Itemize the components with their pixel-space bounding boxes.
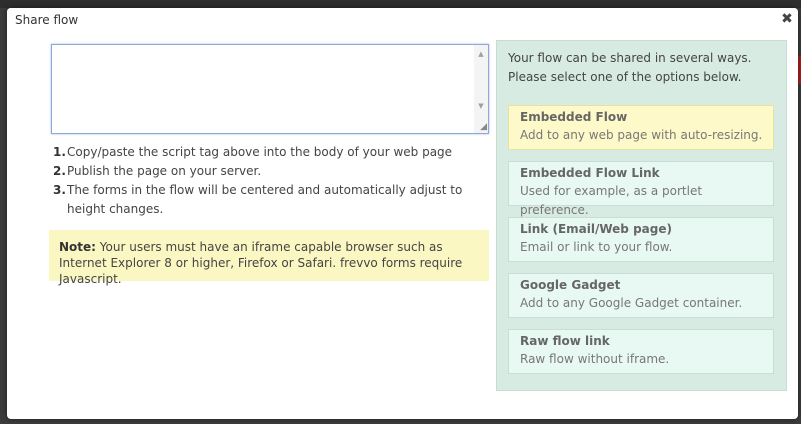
browser-note: Note: Your users must have an iframe cap… [49,230,489,286]
option-title: Google Gadget [520,278,621,292]
close-icon[interactable]: ✖ [780,12,794,26]
option-google-gadget[interactable]: Google Gadget Add to any Google Gadget c… [508,273,774,318]
option-embedded-flow-link[interactable]: Embedded Flow Link Used for example, as … [508,161,774,217]
option-link-email-web[interactable]: Link (Email/Web page) Email or link to y… [508,217,774,262]
resize-grip-icon[interactable]: ◢ [477,122,487,132]
option-title: Link (Email/Web page) [520,222,672,236]
step-number: 2. [53,164,66,178]
step-number: 3. [53,183,66,197]
instructions-list: 1. Copy/paste the script tag above into … [51,143,491,219]
option-embedded-flow[interactable]: Embedded Flow Add to any web page with a… [508,105,774,150]
instruction-step: 3. The forms in the flow will be centere… [51,181,491,219]
instruction-step: 1. Copy/paste the script tag above into … [51,143,491,162]
script-tag-box: ▲ ▼ ◢ [51,44,489,134]
option-description: Add to any Google Gadget container. [520,296,743,310]
option-raw-flow-link[interactable]: Raw flow link Raw flow without iframe. [508,329,774,374]
option-description: Raw flow without iframe. [520,352,670,366]
option-description: Add to any web page with auto-resizing. [520,128,763,142]
option-title: Raw flow link [520,334,610,348]
scroll-up-arrow-icon[interactable]: ▲ [474,47,488,61]
options-intro: Your flow can be shared in several ways.… [508,51,752,84]
share-flow-dialog: Share flow ✖ ▲ ▼ ◢ 1. Copy/paste the scr… [7,8,798,419]
dialog-titlebar[interactable]: Share flow ✖ [7,8,798,32]
share-options-panel: Your flow can be shared in several ways.… [496,40,787,391]
dialog-title: Share flow [15,13,79,27]
option-description: Email or link to your flow. [520,240,673,254]
script-tag-textarea[interactable] [52,45,472,131]
step-text: The forms in the flow will be centered a… [67,183,463,216]
option-title: Embedded Flow [520,110,628,124]
option-title: Embedded Flow Link [520,166,660,180]
note-text: Your users must have an iframe capable b… [59,240,463,286]
step-text: Copy/paste the script tag above into the… [67,145,453,159]
option-description: Used for example, as a portlet preferenc… [520,184,703,217]
instruction-step: 2. Publish the page on your server. [51,162,491,181]
backdrop-top-strip [0,0,801,8]
textarea-scrollbar[interactable]: ▲ ▼ [474,45,488,133]
step-text: Publish the page on your server. [67,164,262,178]
note-label: Note: [59,240,96,254]
step-number: 1. [53,145,66,159]
scroll-down-arrow-icon[interactable]: ▼ [474,99,488,113]
